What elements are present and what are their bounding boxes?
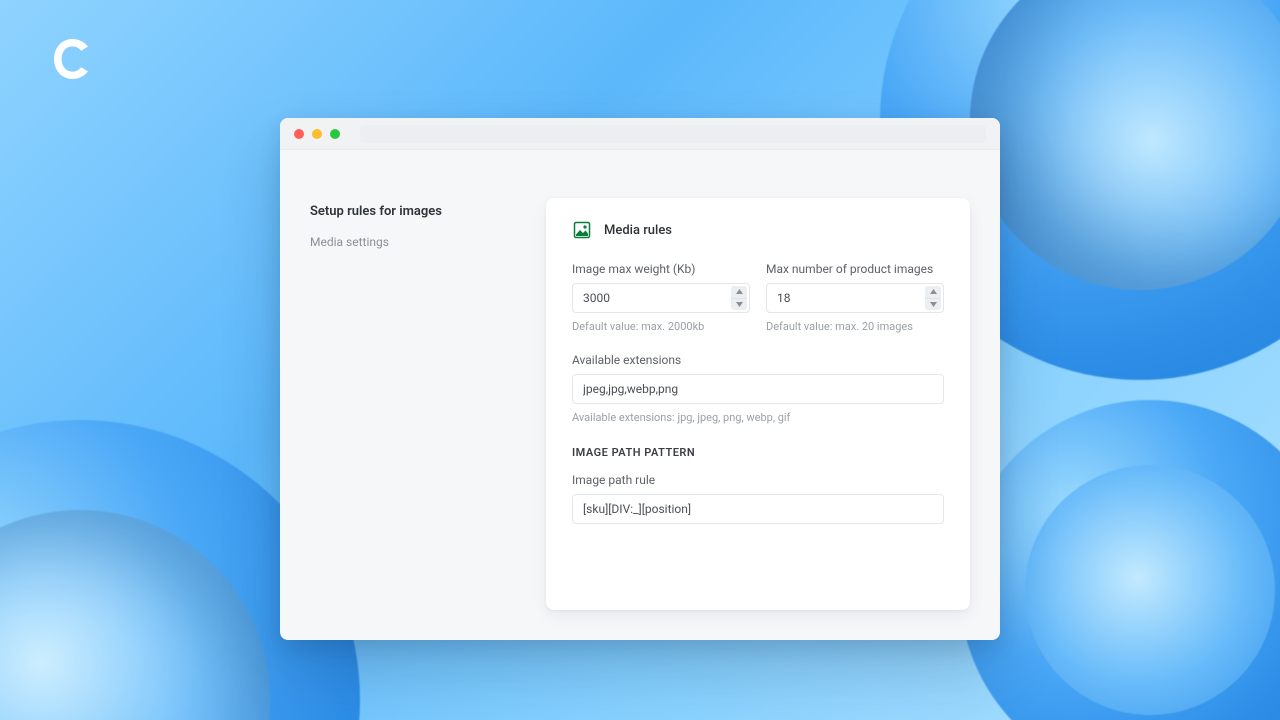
max-images-help: Default value: max. 20 images (766, 320, 944, 333)
sidebar-item-media-settings[interactable]: Media settings (310, 235, 510, 249)
field-path-rule: Image path rule (572, 473, 944, 524)
window-minimize-button[interactable] (312, 129, 322, 139)
stepper-up-button[interactable] (925, 286, 941, 299)
sidebar-title: Setup rules for images (310, 204, 510, 219)
page-content: Setup rules for images Media settings Me… (280, 150, 1000, 640)
browser-window: Setup rules for images Media settings Me… (280, 118, 1000, 640)
card-header: Media rules (572, 220, 944, 240)
card-title: Media rules (604, 223, 672, 238)
media-rules-card: Media rules Image max weight (Kb) Defaul… (546, 198, 970, 610)
window-close-button[interactable] (294, 129, 304, 139)
url-bar[interactable] (360, 125, 986, 143)
stepper-down-button[interactable] (925, 299, 941, 311)
field-max-images: Max number of product images Default val… (766, 262, 944, 333)
section-heading-path-pattern: IMAGE PATH PATTERN (572, 446, 944, 459)
field-max-weight: Image max weight (Kb) Default value: max… (572, 262, 750, 333)
extensions-help: Available extensions: jpg, jpeg, png, we… (572, 411, 944, 424)
sidebar: Setup rules for images Media settings (310, 198, 510, 610)
bg-swirl (960, 400, 1280, 720)
extensions-label: Available extensions (572, 353, 944, 367)
max-images-label: Max number of product images (766, 262, 944, 276)
image-icon (572, 220, 592, 240)
field-extensions: Available extensions Available extension… (572, 353, 944, 424)
path-rule-input[interactable] (572, 494, 944, 524)
window-titlebar (280, 118, 1000, 150)
stepper-down-button[interactable] (731, 299, 747, 311)
max-images-input[interactable] (766, 283, 944, 313)
max-weight-help: Default value: max. 2000kb (572, 320, 750, 333)
path-rule-label: Image path rule (572, 473, 944, 487)
brand-logo (50, 36, 96, 82)
stepper-up-button[interactable] (731, 286, 747, 299)
window-maximize-button[interactable] (330, 129, 340, 139)
max-weight-input[interactable] (572, 283, 750, 313)
extensions-input[interactable] (572, 374, 944, 404)
max-weight-label: Image max weight (Kb) (572, 262, 750, 276)
